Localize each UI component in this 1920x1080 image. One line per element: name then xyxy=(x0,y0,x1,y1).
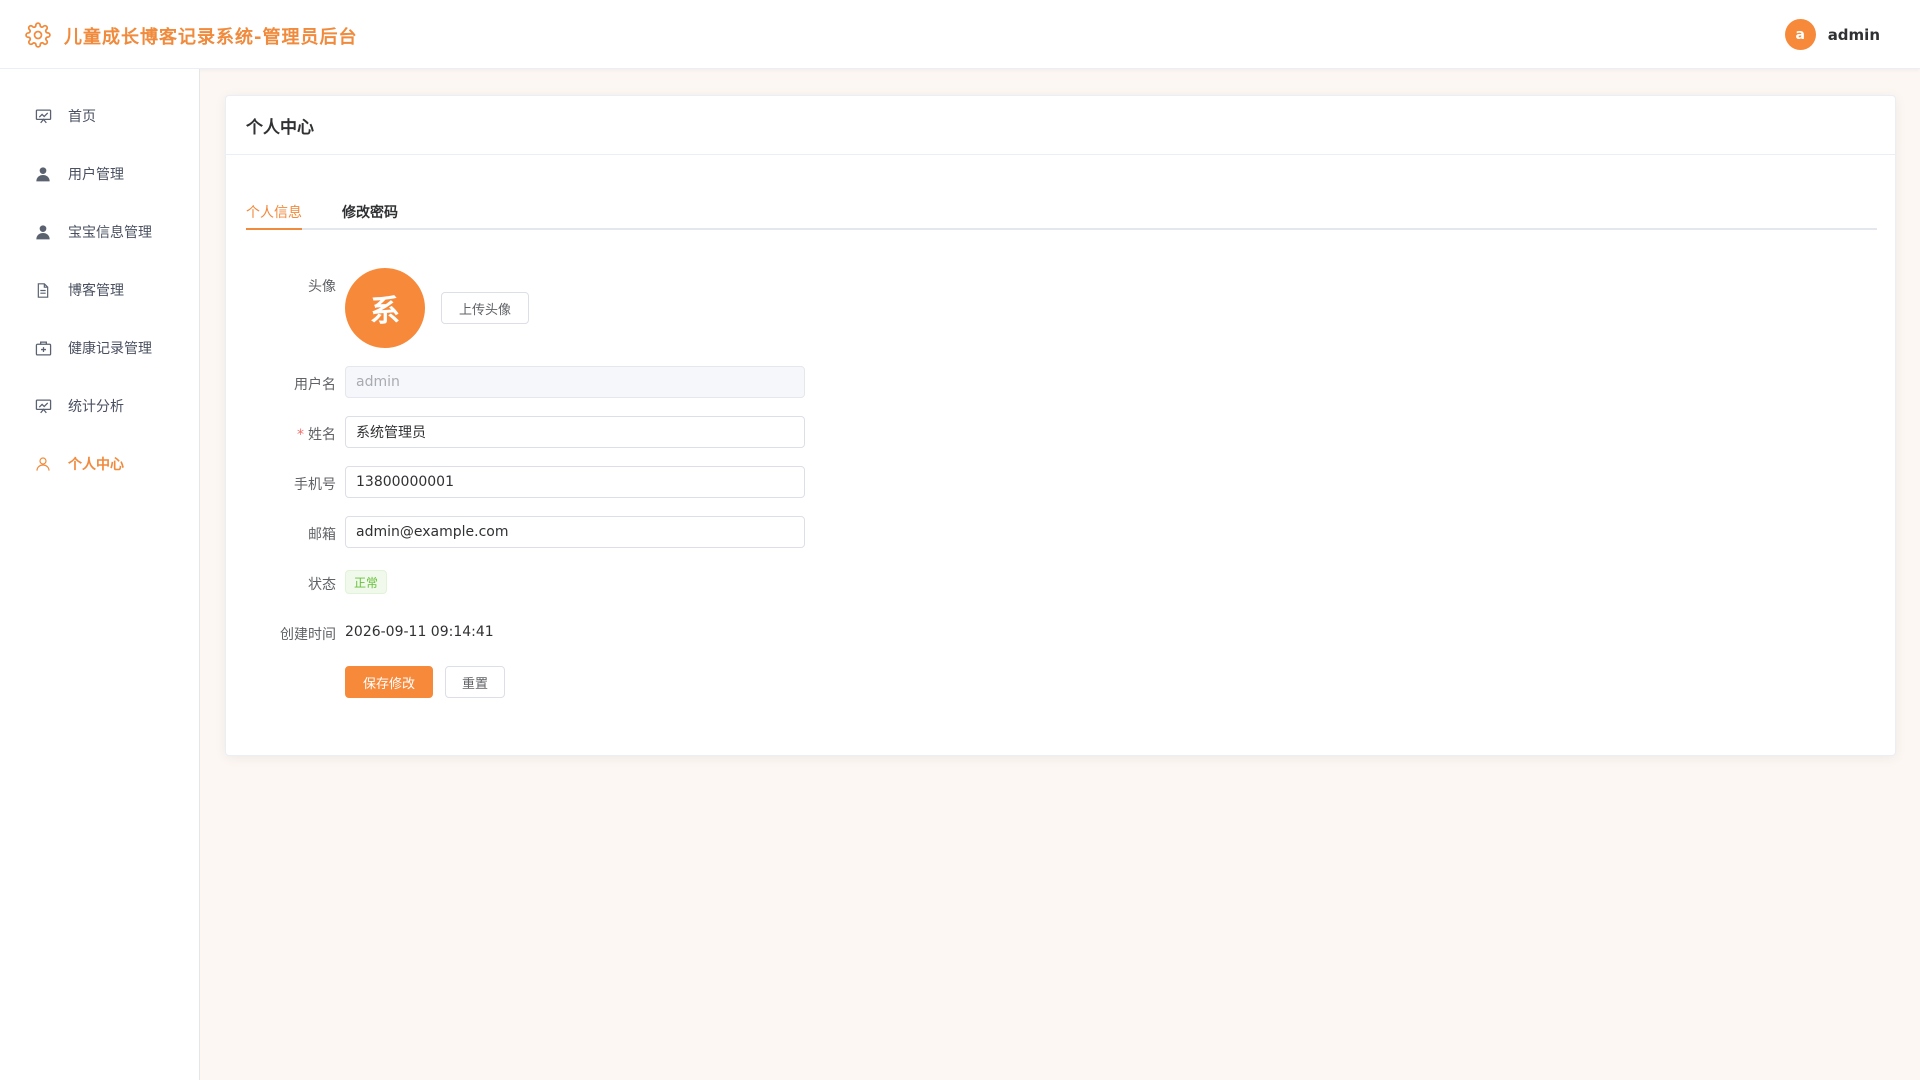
tab-active-indicator xyxy=(246,228,302,230)
user-icon xyxy=(34,223,52,241)
status-label: 状态 xyxy=(308,577,336,593)
email-field[interactable] xyxy=(345,516,805,548)
sidebar-item-label: 用户管理 xyxy=(68,167,124,183)
email-label: 邮箱 xyxy=(308,527,336,543)
avatar-label: 头像 xyxy=(308,279,336,295)
sidebar-item-label: 健康记录管理 xyxy=(68,341,152,357)
name-field[interactable] xyxy=(345,416,805,448)
app-title: 儿童成长博客记录系统-管理员后台 xyxy=(64,27,358,48)
page-title: 个人中心 xyxy=(246,117,314,138)
required-mark: * xyxy=(297,427,304,443)
reset-button[interactable]: 重置 xyxy=(445,666,505,698)
created-time-value: 2026-09-11 09:14:41 xyxy=(345,624,494,640)
sidebar-item-users[interactable]: 用户管理 xyxy=(0,145,199,203)
presentation-chart-icon xyxy=(34,107,52,125)
tab-change-password[interactable]: 修改密码 xyxy=(342,202,398,230)
sidebar-item-baby-info[interactable]: 宝宝信息管理 xyxy=(0,203,199,261)
upload-avatar-button[interactable]: 上传头像 xyxy=(441,292,529,324)
name-label: * 姓名 xyxy=(226,424,336,444)
profile-avatar: 系 xyxy=(345,268,425,348)
sidebar-item-profile[interactable]: 个人中心 xyxy=(0,435,199,493)
name-label-text: 姓名 xyxy=(308,427,336,443)
sidebar-item-label: 个人中心 xyxy=(68,457,124,473)
username-field xyxy=(345,366,805,398)
sidebar-item-blogs[interactable]: 博客管理 xyxy=(0,261,199,319)
user-outline-icon xyxy=(34,455,52,473)
profile-card: 个人中心 个人信息 修改密码 头像 系 上传头像 用户名 *姓名 手机号 邮箱 … xyxy=(225,95,1896,756)
sidebar-item-statistics[interactable]: 统计分析 xyxy=(0,377,199,435)
user-menu[interactable]: a admin xyxy=(1784,19,1880,50)
sidebar-item-label: 博客管理 xyxy=(68,283,124,299)
avatar[interactable]: a xyxy=(1784,19,1816,50)
phone-field[interactable] xyxy=(345,466,805,498)
username-label: 用户名 xyxy=(294,377,336,393)
card-header: 个人中心 xyxy=(226,96,1895,155)
status-badge: 正常 xyxy=(345,570,388,594)
sidebar-item-health-records[interactable]: 健康记录管理 xyxy=(0,319,199,377)
user-name[interactable]: admin xyxy=(1828,26,1880,44)
sidebar-item-label: 首页 xyxy=(68,109,96,125)
user-icon xyxy=(34,165,52,183)
gear-icon xyxy=(25,22,51,48)
sidebar: 首页 用户管理 宝宝信息管理 博客管理 健康记录管理 统计分析 个人中心 xyxy=(0,69,200,1080)
profile-tabs: 个人信息 修改密码 xyxy=(246,202,1877,230)
presentation-chart-icon xyxy=(34,397,52,415)
sidebar-item-label: 宝宝信息管理 xyxy=(68,225,152,241)
top-header: 儿童成长博客记录系统-管理员后台 a admin xyxy=(0,0,1920,69)
created-time-label: 创建时间 xyxy=(280,627,336,643)
document-icon xyxy=(34,281,52,299)
phone-label: 手机号 xyxy=(294,477,336,493)
tab-personal-info[interactable]: 个人信息 xyxy=(246,202,302,230)
save-button[interactable]: 保存修改 xyxy=(345,666,433,698)
sidebar-item-label: 统计分析 xyxy=(68,399,124,415)
sidebar-item-home[interactable]: 首页 xyxy=(0,87,199,145)
first-aid-kit-icon xyxy=(34,339,52,357)
